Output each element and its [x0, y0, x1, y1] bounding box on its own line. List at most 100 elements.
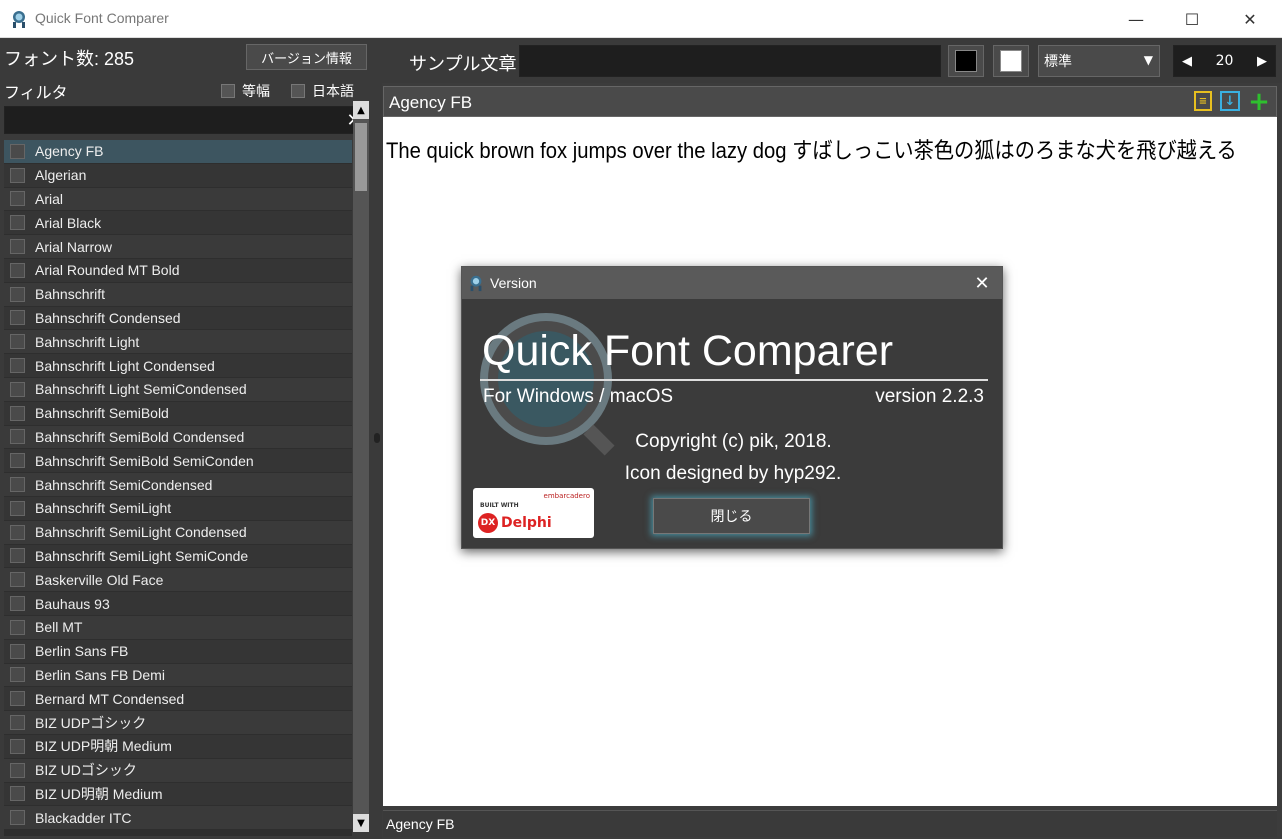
size-decrease-icon[interactable]: ◀	[1174, 54, 1200, 69]
delphi-dx-icon: DX	[478, 513, 498, 533]
font-style-select[interactable]: 標準 ▼	[1038, 45, 1160, 77]
panel-splitter[interactable]	[372, 39, 382, 839]
font-item-checkbox[interactable]	[10, 215, 25, 231]
font-list-item[interactable]: Bahnschrift Light SemiCondensed	[4, 377, 352, 402]
font-item-checkbox[interactable]	[10, 762, 25, 778]
font-item-label: Arial Rounded MT Bold	[35, 262, 180, 279]
font-item-checkbox[interactable]	[10, 596, 25, 612]
font-item-label: Blackadder ITC	[35, 809, 132, 826]
filter-input[interactable]	[4, 106, 368, 134]
font-list-item[interactable]: Arial Black	[4, 211, 352, 236]
font-item-checkbox[interactable]	[10, 691, 25, 707]
font-list-item[interactable]: Bahnschrift SemiBold SemiConden	[4, 449, 352, 474]
font-list-item[interactable]: Berlin Sans FB	[4, 639, 352, 664]
font-list-item[interactable]: Agency FB	[4, 140, 352, 164]
font-item-checkbox[interactable]	[10, 286, 25, 302]
font-list-item[interactable]: Bahnschrift Light	[4, 330, 352, 355]
font-list-item[interactable]: BIZ UD明朝 Medium	[4, 782, 352, 807]
font-list-item[interactable]: Bell MT	[4, 615, 352, 640]
dialog-version: version 2.2.3	[875, 386, 984, 407]
font-item-checkbox[interactable]	[10, 738, 25, 754]
font-item-checkbox[interactable]	[10, 453, 25, 469]
font-item-checkbox[interactable]	[10, 548, 25, 564]
font-item-checkbox[interactable]	[10, 262, 25, 278]
add-icon[interactable]: +	[1248, 87, 1270, 117]
font-list-item[interactable]: BIZ UDP明朝 Medium	[4, 734, 352, 759]
splitter-grip[interactable]	[374, 433, 380, 443]
japanese-filter-option[interactable]: 日本語	[291, 81, 354, 101]
scroll-down-icon[interactable]: ▼	[353, 814, 369, 832]
font-item-checkbox[interactable]	[10, 810, 25, 826]
font-item-checkbox[interactable]	[10, 524, 25, 540]
font-item-checkbox[interactable]	[10, 191, 25, 207]
font-list-item[interactable]: Berlin Sans FB Demi	[4, 663, 352, 688]
font-list-item[interactable]: Arial	[4, 187, 352, 212]
font-size-stepper[interactable]: ◀ 20 ▶	[1173, 45, 1276, 77]
font-item-checkbox[interactable]	[10, 619, 25, 635]
font-item-checkbox[interactable]	[10, 786, 25, 802]
font-list-item[interactable]: Bahnschrift Condensed	[4, 306, 352, 331]
scroll-up-icon[interactable]: ▲	[353, 101, 369, 119]
dialog-close-button[interactable]: 閉じる	[653, 498, 810, 534]
font-item-label: Algerian	[35, 167, 87, 184]
monospace-checkbox[interactable]	[221, 84, 235, 98]
maximize-button[interactable]: ☐	[1163, 0, 1221, 38]
font-list-item[interactable]: Arial Narrow	[4, 235, 352, 259]
font-list-item[interactable]: Bahnschrift SemiBold Condensed	[4, 425, 352, 450]
font-list-item[interactable]: Bahnschrift	[4, 282, 352, 307]
dialog-close-icon[interactable]: ✕	[970, 271, 994, 295]
font-info-icon[interactable]: ≡	[1194, 91, 1212, 111]
font-list-item[interactable]: Baskerville Old Face	[4, 568, 352, 593]
font-list-item[interactable]: Bahnschrift Light Condensed	[4, 354, 352, 378]
font-item-checkbox[interactable]	[10, 643, 25, 659]
font-list-item[interactable]: Algerian	[4, 163, 352, 188]
font-item-checkbox[interactable]	[10, 310, 25, 326]
font-count: フォント数: 285	[4, 49, 135, 69]
font-item-label: BIZ UDゴシック	[35, 762, 137, 779]
japanese-checkbox[interactable]	[291, 84, 305, 98]
font-list-item[interactable]: Bahnschrift SemiLight Condensed	[4, 520, 352, 545]
font-item-checkbox[interactable]	[10, 358, 25, 374]
font-item-checkbox[interactable]	[10, 500, 25, 516]
sample-text-input[interactable]	[519, 45, 941, 77]
font-item-label: Berlin Sans FB Demi	[35, 666, 165, 683]
font-list-item[interactable]: Arial Rounded MT Bold	[4, 258, 352, 283]
background-color-button[interactable]	[993, 45, 1029, 77]
font-list-item[interactable]: Bahnschrift SemiCondensed	[4, 473, 352, 497]
font-item-checkbox[interactable]	[10, 667, 25, 683]
download-icon[interactable]: ↓	[1220, 91, 1240, 111]
text-color-button[interactable]	[948, 45, 984, 77]
monospace-filter-option[interactable]: 等幅	[221, 81, 270, 101]
font-list-scrollbar[interactable]: ▲ ▼	[353, 101, 369, 832]
font-item-checkbox[interactable]	[10, 334, 25, 350]
scroll-thumb[interactable]	[355, 123, 367, 191]
font-list-item[interactable]: Blackadder ITC	[4, 806, 352, 831]
font-list-item[interactable]: Bauhaus 93	[4, 592, 352, 616]
font-list-item[interactable]: Bahnschrift SemiLight SemiConde	[4, 544, 352, 569]
font-item-checkbox[interactable]	[10, 715, 25, 731]
minimize-button[interactable]: —	[1107, 0, 1165, 38]
font-item-checkbox[interactable]	[10, 572, 25, 588]
status-font-name: Agency FB	[386, 816, 455, 832]
font-item-checkbox[interactable]	[10, 429, 25, 445]
font-list-item[interactable]: Bahnschrift SemiLight	[4, 496, 352, 521]
font-item-label: Bahnschrift SemiCondensed	[35, 476, 213, 493]
close-button[interactable]: ✕	[1221, 0, 1279, 38]
font-list-item[interactable]: BIZ UDゴシック	[4, 758, 352, 783]
font-item-checkbox[interactable]	[10, 143, 25, 159]
font-item-checkbox[interactable]	[10, 381, 25, 397]
size-increase-icon[interactable]: ▶	[1249, 54, 1275, 69]
font-item-checkbox[interactable]	[10, 405, 25, 421]
font-list-item[interactable]: BIZ UDPゴシック	[4, 711, 352, 735]
background-color-swatch	[1000, 50, 1022, 72]
font-list-item[interactable]: Bahnschrift SemiBold	[4, 401, 352, 426]
font-item-label: Arial Narrow	[35, 238, 113, 255]
version-dialog: Version ✕ Quick Font Comparer For Window…	[461, 266, 1003, 549]
font-size-value[interactable]: 20	[1200, 53, 1249, 69]
font-list-item[interactable]: Bernard MT Condensed	[4, 687, 352, 712]
font-item-checkbox[interactable]	[10, 239, 25, 255]
font-item-label: Bahnschrift SemiLight Condensed	[35, 524, 247, 541]
font-item-checkbox[interactable]	[10, 477, 25, 493]
version-info-button[interactable]: バージョン情報	[246, 44, 367, 70]
font-item-checkbox[interactable]	[10, 167, 25, 183]
